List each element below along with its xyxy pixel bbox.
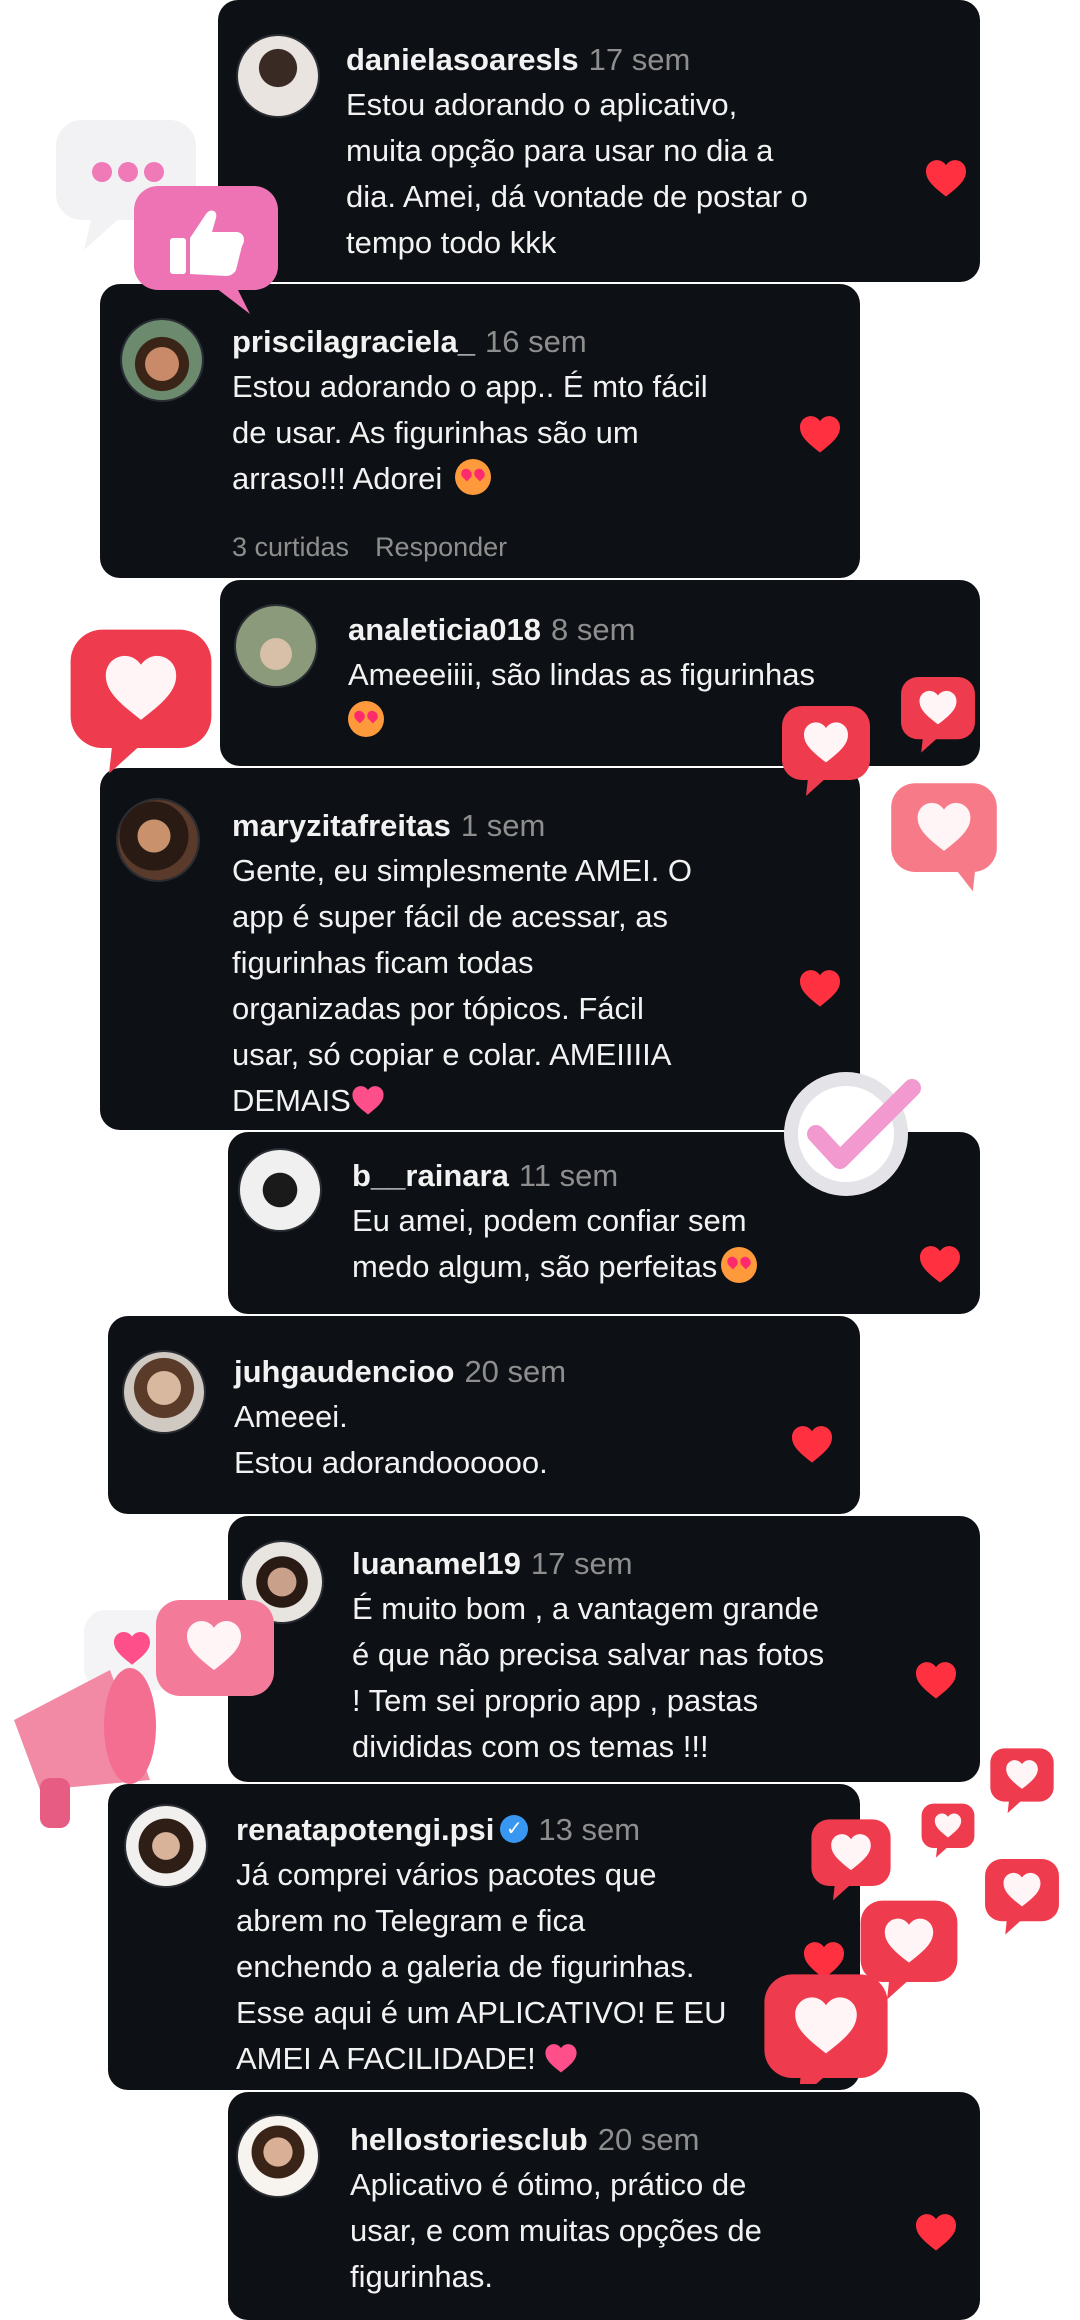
timestamp: 13 sem — [538, 1812, 641, 1847]
thumbs-up-sticker-icon — [134, 186, 278, 314]
username[interactable]: hellostoriesclub — [350, 2122, 588, 2157]
timestamp: 20 sem — [464, 1354, 567, 1389]
heart-bubble-sticker-icon — [891, 783, 997, 892]
comment-text: É muito bom , a vantagem grande é que não… — [352, 1591, 825, 1764]
heart-icon[interactable] — [914, 1660, 958, 1700]
username[interactable]: danielasoaresls — [346, 42, 579, 77]
username[interactable]: luanamel19 — [352, 1546, 521, 1581]
comment-card: priscilagraciela_ 16 sem Estou adorando o… — [100, 284, 860, 578]
username[interactable]: juhgaudencioo — [234, 1354, 454, 1389]
checkmark-sticker-icon — [784, 1072, 921, 1196]
heart-icon[interactable] — [914, 2212, 958, 2252]
avatar[interactable] — [236, 34, 320, 118]
avatar[interactable] — [236, 2114, 320, 2198]
comment-card: hellostoriesclub 20 sem Aplicativo é ótim… — [228, 2092, 980, 2320]
timestamp: 17 sem — [588, 42, 691, 77]
comment-text: Gente, eu simplesmente AMEI. Oapp é supe… — [232, 853, 693, 1118]
heart-icon[interactable] — [798, 414, 842, 454]
megaphone-sticker-icon — [14, 1600, 274, 1828]
comment-card: maryzitafreitas 1 sem Gente, eu simplesme… — [100, 768, 860, 1130]
timestamp: 8 sem — [551, 612, 636, 647]
likes-count[interactable]: 3 curtidas — [232, 532, 349, 562]
comment-text: Eu amei, podem confiar sem medo algum, sã… — [352, 1198, 758, 1290]
avatar[interactable] — [122, 1350, 206, 1434]
comment-text: Já comprei vários pacotes que abrem no Te… — [236, 1857, 727, 2076]
username[interactable]: maryzitafreitas — [232, 808, 451, 843]
timestamp: 20 sem — [597, 2122, 700, 2157]
timestamp: 16 sem — [485, 324, 587, 359]
heart-eyes-emoji-icon — [721, 1246, 758, 1283]
heart-icon[interactable] — [918, 1244, 962, 1284]
heart-bubble-sticker-icon — [896, 672, 980, 756]
heart-bubble-sticker-icon — [776, 700, 876, 800]
avatar[interactable] — [116, 798, 200, 882]
avatar[interactable] — [238, 1148, 322, 1232]
comment-text: Ameeei. Estou adorandoooooo. — [234, 1399, 548, 1480]
comment-text: Estou adorando o app.. É mto fácil de usa… — [232, 369, 708, 496]
comment-text: Estou adorando o aplicativo, muita opção … — [346, 87, 808, 260]
comment-text: Ameeeiiii, são lindas as figurinhas — [348, 652, 815, 744]
heart-icon[interactable] — [798, 968, 842, 1008]
hearts-cluster-sticker-icon — [756, 1744, 1080, 2084]
timestamp: 17 sem — [530, 1546, 633, 1581]
verified-badge-icon: ✓ — [500, 1814, 529, 1843]
username[interactable]: b__rainara — [352, 1158, 509, 1193]
heart-bubble-sticker-icon — [56, 620, 226, 780]
timestamp: 11 sem — [518, 1158, 619, 1193]
timestamp: 1 sem — [460, 808, 546, 843]
comment-card: danielasoaresls 17 sem Estou adorando o a… — [218, 0, 980, 282]
reply-button[interactable]: Responder — [375, 532, 507, 562]
heart-eyes-emoji-icon — [348, 700, 384, 737]
comment-card: juhgaudencioo 20 sem Ameeei. Estou adorand… — [108, 1316, 860, 1514]
username[interactable]: analeticia018 — [348, 612, 541, 647]
comment-text: Aplicativo é ótimo, prático de usar, e co… — [350, 2167, 762, 2294]
avatar[interactable] — [120, 318, 204, 402]
pink-heart-emoji-icon — [352, 1085, 384, 1115]
heart-icon[interactable] — [790, 1424, 834, 1464]
comment-card: luanamel19 17 sem É muito bom , a vantage… — [228, 1516, 980, 1782]
heart-eyes-emoji-icon — [454, 458, 491, 495]
pink-heart-emoji-icon — [545, 2043, 577, 2073]
heart-icon[interactable] — [924, 158, 968, 198]
username[interactable]: priscilagraciela_ — [232, 324, 475, 359]
avatar[interactable] — [234, 604, 318, 688]
